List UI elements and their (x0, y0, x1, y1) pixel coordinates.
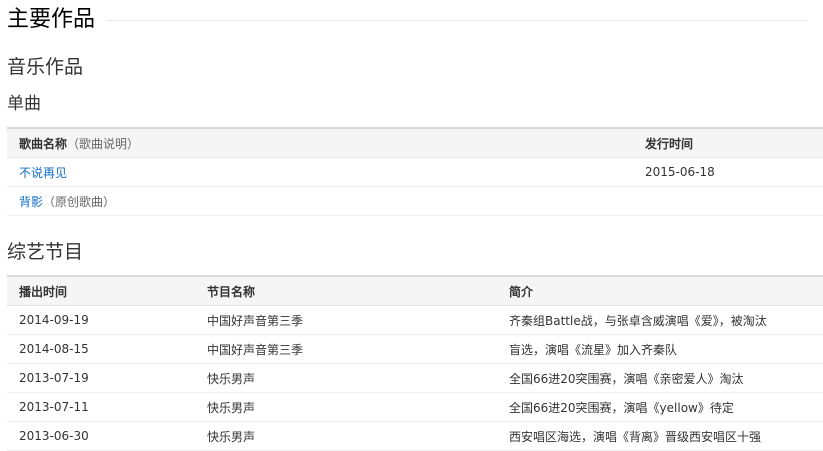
air-date-cell: 2014-08-15 (7, 334, 195, 364)
table-row: 不说再见 2015-06-18 (7, 157, 823, 187)
intro-cell: 盲选，演唱《流星》加入齐秦队 (497, 334, 823, 364)
show-name-cell: 快乐男声 (195, 392, 497, 422)
table-row: 2014-09-19 中国好声音第三季 齐秦组Battle战，与张卓含威演唱《爱… (7, 305, 823, 335)
song-link[interactable]: 背影 (19, 195, 43, 209)
table-row: 2014-08-15 中国好声音第三季 盲选，演唱《流星》加入齐秦队 (7, 334, 823, 364)
show-name-cell: 快乐男声 (195, 363, 497, 393)
column-header-song-name: 歌曲名称（歌曲说明） (7, 127, 633, 158)
air-date-cell: 2013-07-19 (7, 363, 195, 393)
variety-shows-heading: 综艺节目 (7, 241, 84, 263)
column-header-intro: 简介 (497, 275, 823, 306)
song-name-cell: 背影（原创歌曲） (7, 186, 633, 216)
song-name-cell: 不说再见 (7, 157, 633, 187)
table-row: 2013-07-11 快乐男声 全国66进20突围赛，演唱《yellow》待定 (7, 392, 823, 422)
table-row: 背影（原创歌曲） (7, 186, 823, 216)
page-title: 主要作品 (7, 6, 104, 34)
release-date-cell: 2015-06-18 (633, 157, 823, 187)
table-header-row: 歌曲名称（歌曲说明） 发行时间 (7, 127, 823, 158)
show-name-cell: 中国好声音第三季 (195, 334, 497, 364)
intro-cell: 全国66进20突围赛，演唱《亲密爱人》淘汰 (497, 363, 823, 393)
singles-table: 歌曲名称（歌曲说明） 发行时间 不说再见 2015-06-18 背影（原创歌曲） (7, 127, 823, 216)
intro-cell: 全国66进20突围赛，演唱《yellow》待定 (497, 392, 823, 422)
intro-cell: 齐秦组Battle战，与张卓含威演唱《爱》，被淘汰 (497, 305, 823, 335)
air-date-cell: 2014-09-19 (7, 305, 195, 335)
song-link[interactable]: 不说再见 (19, 166, 67, 180)
intro-cell: 西安唱区海选，演唱《背离》晋级西安唱区十强 (497, 421, 823, 451)
table-row: 2013-06-30 快乐男声 西安唱区海选，演唱《背离》晋级西安唱区十强 (7, 421, 823, 451)
main-works-heading-row: 主要作品 (7, 6, 807, 36)
show-name-cell: 中国好声音第三季 (195, 305, 497, 335)
table-row: 2013-07-19 快乐男声 全国66进20突围赛，演唱《亲密爱人》淘汰 (7, 363, 823, 393)
heading-divider (107, 20, 807, 21)
column-header-release-date: 发行时间 (633, 127, 823, 158)
release-date-cell (633, 186, 823, 216)
variety-table: 播出时间 节目名称 简介 2014-09-19 中国好声音第三季 齐秦组Batt… (7, 275, 823, 451)
music-works-heading: 音乐作品 (7, 56, 84, 78)
air-date-cell: 2013-07-11 (7, 392, 195, 422)
table-header-row: 播出时间 节目名称 简介 (7, 275, 823, 306)
column-header-air-date: 播出时间 (7, 275, 195, 306)
column-header-show-name: 节目名称 (195, 275, 497, 306)
air-date-cell: 2013-06-30 (7, 421, 195, 451)
singles-heading: 单曲 (7, 94, 41, 114)
show-name-cell: 快乐男声 (195, 421, 497, 451)
